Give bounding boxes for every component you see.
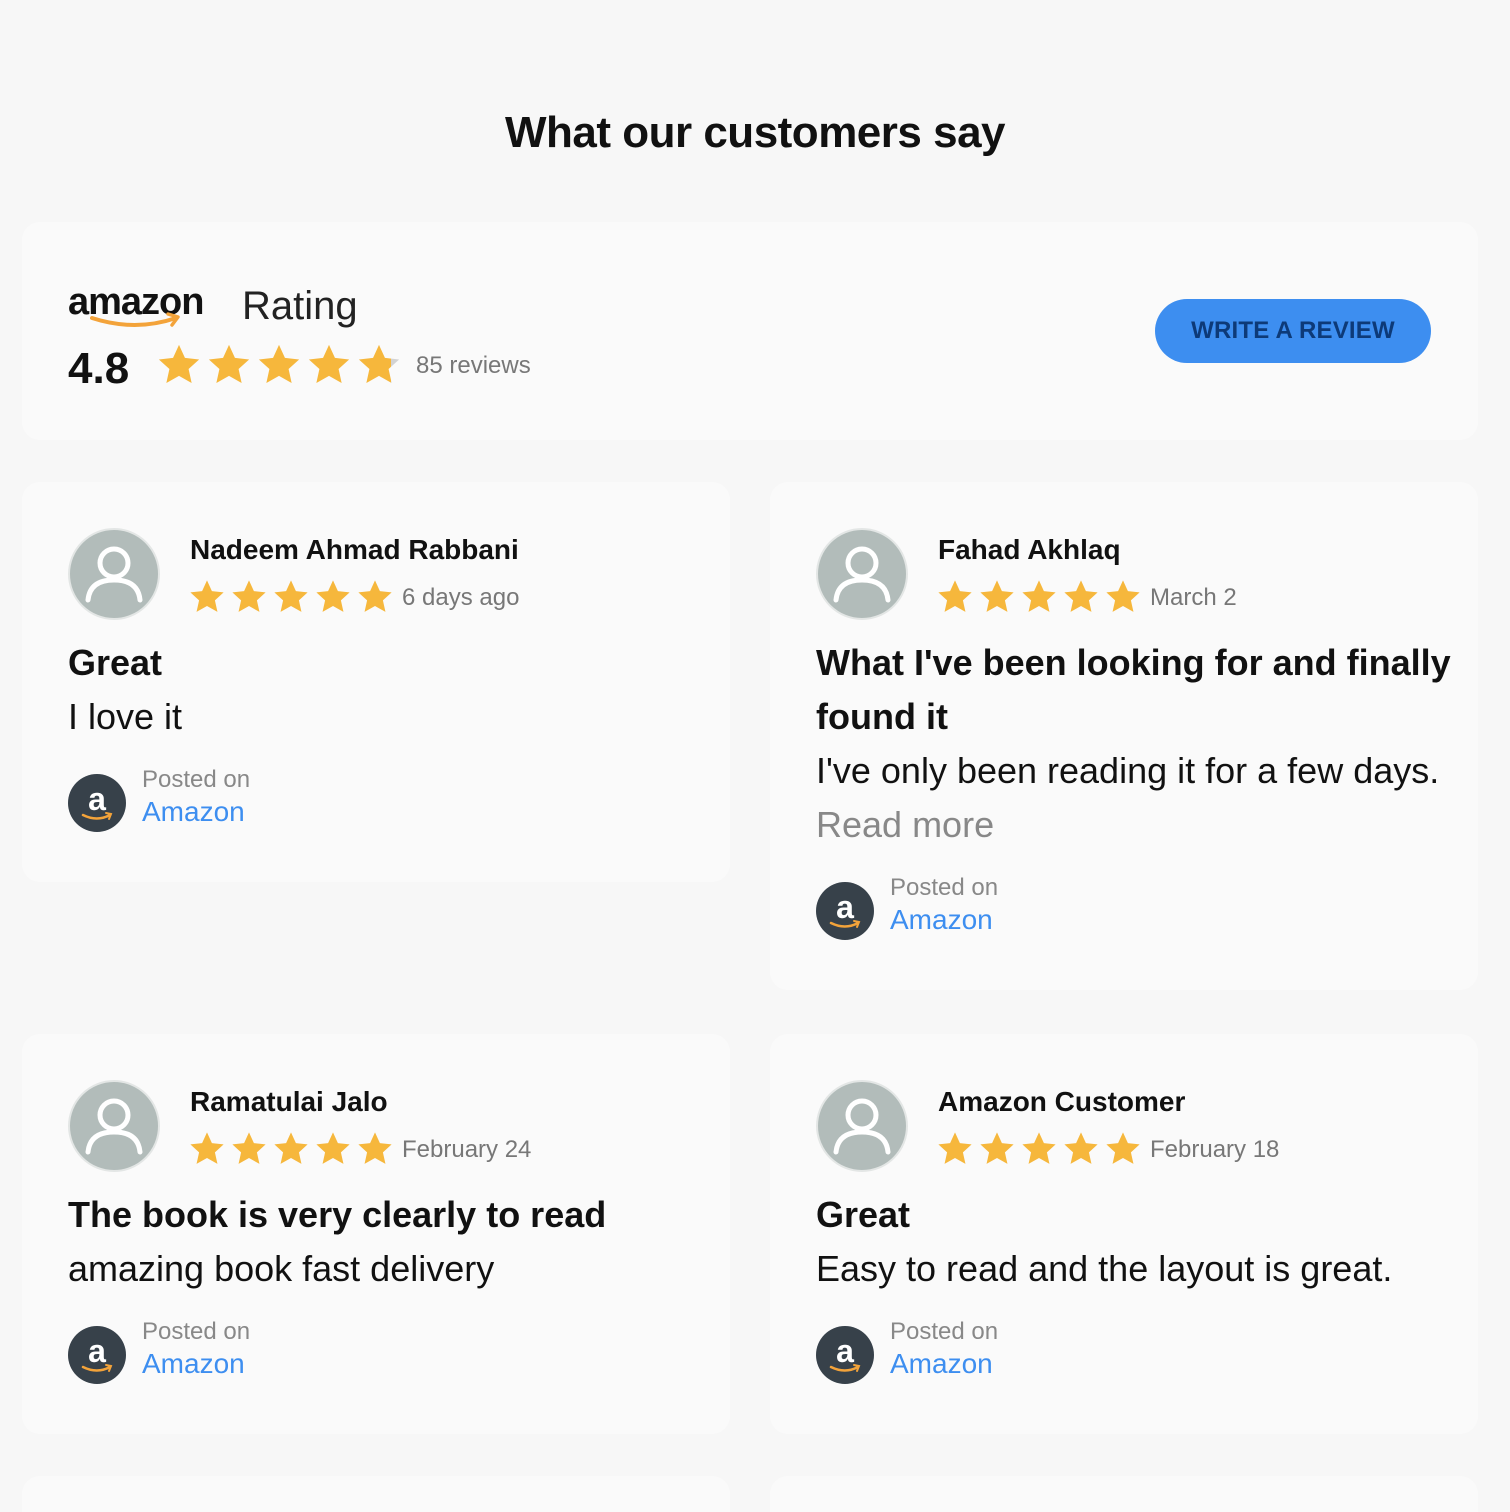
star-icon: [232, 580, 266, 612]
star-icon: [358, 344, 400, 384]
star-icon: [308, 344, 350, 384]
star-icon: [358, 1132, 392, 1164]
amazon-badge-icon: a: [68, 1326, 126, 1384]
star-icon: [1064, 1132, 1098, 1164]
review-date: March 2: [1150, 584, 1237, 611]
review-star-rating: [936, 578, 1142, 616]
star-icon: [316, 1132, 350, 1164]
posted-on-link[interactable]: Amazon: [142, 796, 245, 828]
posted-on-label: Posted on: [142, 766, 251, 793]
amazon-smile-icon: [90, 312, 180, 327]
avatar-icon: [816, 528, 908, 620]
reviewer-name: Ramatulai Jalo: [190, 1086, 388, 1117]
star-icon: [274, 580, 308, 612]
review-card: Nadeem Ahmad Rabbani 6 days ago Great I …: [22, 482, 730, 882]
review-star-rating: [188, 1130, 394, 1168]
amazon-logo: amazon: [68, 282, 220, 342]
posted-on: a Posted on Amazon: [68, 766, 368, 836]
review-title: Great: [816, 1194, 911, 1235]
star-icon: [158, 344, 200, 384]
review-date: 6 days ago: [402, 584, 520, 611]
avatar-icon: [68, 1080, 160, 1172]
star-icon: [980, 580, 1014, 612]
review-date: February 18: [1150, 1136, 1280, 1163]
posted-on-link[interactable]: Amazon: [142, 1348, 245, 1380]
review-star-rating: [188, 578, 394, 616]
star-icon: [1106, 1132, 1140, 1164]
amazon-badge-icon: a: [816, 1326, 874, 1384]
star-icon: [190, 1132, 224, 1164]
posted-on: a Posted on Amazon: [68, 1318, 368, 1388]
review-date: February 24: [402, 1136, 532, 1163]
review-body: I love it: [68, 696, 183, 737]
star-icon: [316, 580, 350, 612]
reviewer-name: Fahad Akhlaq: [938, 534, 1121, 565]
reviewer-name: Amazon Customer: [938, 1086, 1186, 1117]
review-star-rating: [936, 1130, 1142, 1168]
posted-on: a Posted on Amazon: [816, 874, 1116, 944]
read-more-link[interactable]: Read more: [816, 798, 994, 852]
amazon-badge-icon: a: [816, 882, 874, 940]
star-icon: [208, 344, 250, 384]
review-card: Amazon Customer February 18 Great Easy t…: [770, 1034, 1478, 1434]
review-card: [770, 1476, 1478, 1512]
review-title: Great: [68, 642, 163, 683]
star-icon: [274, 1132, 308, 1164]
posted-on: a Posted on Amazon: [816, 1318, 1116, 1388]
review-title-line-2: found it: [816, 696, 948, 737]
posted-on-label: Posted on: [890, 874, 999, 901]
rating-label: Rating: [242, 284, 358, 328]
avatar-icon: [816, 1080, 908, 1172]
star-icon: [358, 580, 392, 612]
reviews-page: What our customers say amazon Rating 4.8…: [0, 0, 1510, 1512]
star-icon: [1064, 580, 1098, 612]
star-icon: [938, 1132, 972, 1164]
review-body: I've only been reading it for a few days…: [816, 750, 1440, 791]
review-card: [22, 1476, 730, 1512]
review-body: amazing book fast delivery: [68, 1248, 495, 1289]
star-icon: [1022, 1132, 1056, 1164]
write-review-button[interactable]: WRITE A REVIEW: [1155, 299, 1431, 363]
star-icon: [980, 1132, 1014, 1164]
page-title: What our customers say: [504, 108, 1006, 157]
svg-text:a: a: [88, 1333, 106, 1369]
rating-summary: amazon Rating 4.8 85 reviews WRITE A REV…: [22, 222, 1478, 440]
review-body: Easy to read and the layout is great.: [816, 1248, 1393, 1289]
amazon-badge-icon: a: [68, 774, 126, 832]
svg-text:a: a: [88, 781, 106, 817]
star-icon: [1022, 580, 1056, 612]
posted-on-label: Posted on: [142, 1318, 251, 1345]
star-icon: [258, 344, 300, 384]
review-card: Fahad Akhlaq March 2 What I've been look…: [770, 482, 1478, 990]
posted-on-link[interactable]: Amazon: [890, 1348, 993, 1380]
star-icon: [938, 580, 972, 612]
review-count: 85 reviews: [416, 352, 531, 379]
svg-text:a: a: [836, 1333, 854, 1369]
posted-on-link[interactable]: Amazon: [890, 904, 993, 936]
review-title: The book is very clearly to read: [68, 1194, 607, 1235]
reviewer-name: Nadeem Ahmad Rabbani: [190, 534, 519, 565]
posted-on-label: Posted on: [890, 1318, 999, 1345]
svg-text:a: a: [836, 889, 854, 925]
review-card: Ramatulai Jalo February 24 The book is v…: [22, 1034, 730, 1434]
star-icon: [1106, 580, 1140, 612]
average-score: 4.8: [68, 344, 130, 393]
review-title-line-1: What I've been looking for and finally: [816, 642, 1451, 683]
star-icon: [190, 580, 224, 612]
star-icon: [232, 1132, 266, 1164]
avatar-icon: [68, 528, 160, 620]
summary-star-rating: [156, 342, 402, 388]
